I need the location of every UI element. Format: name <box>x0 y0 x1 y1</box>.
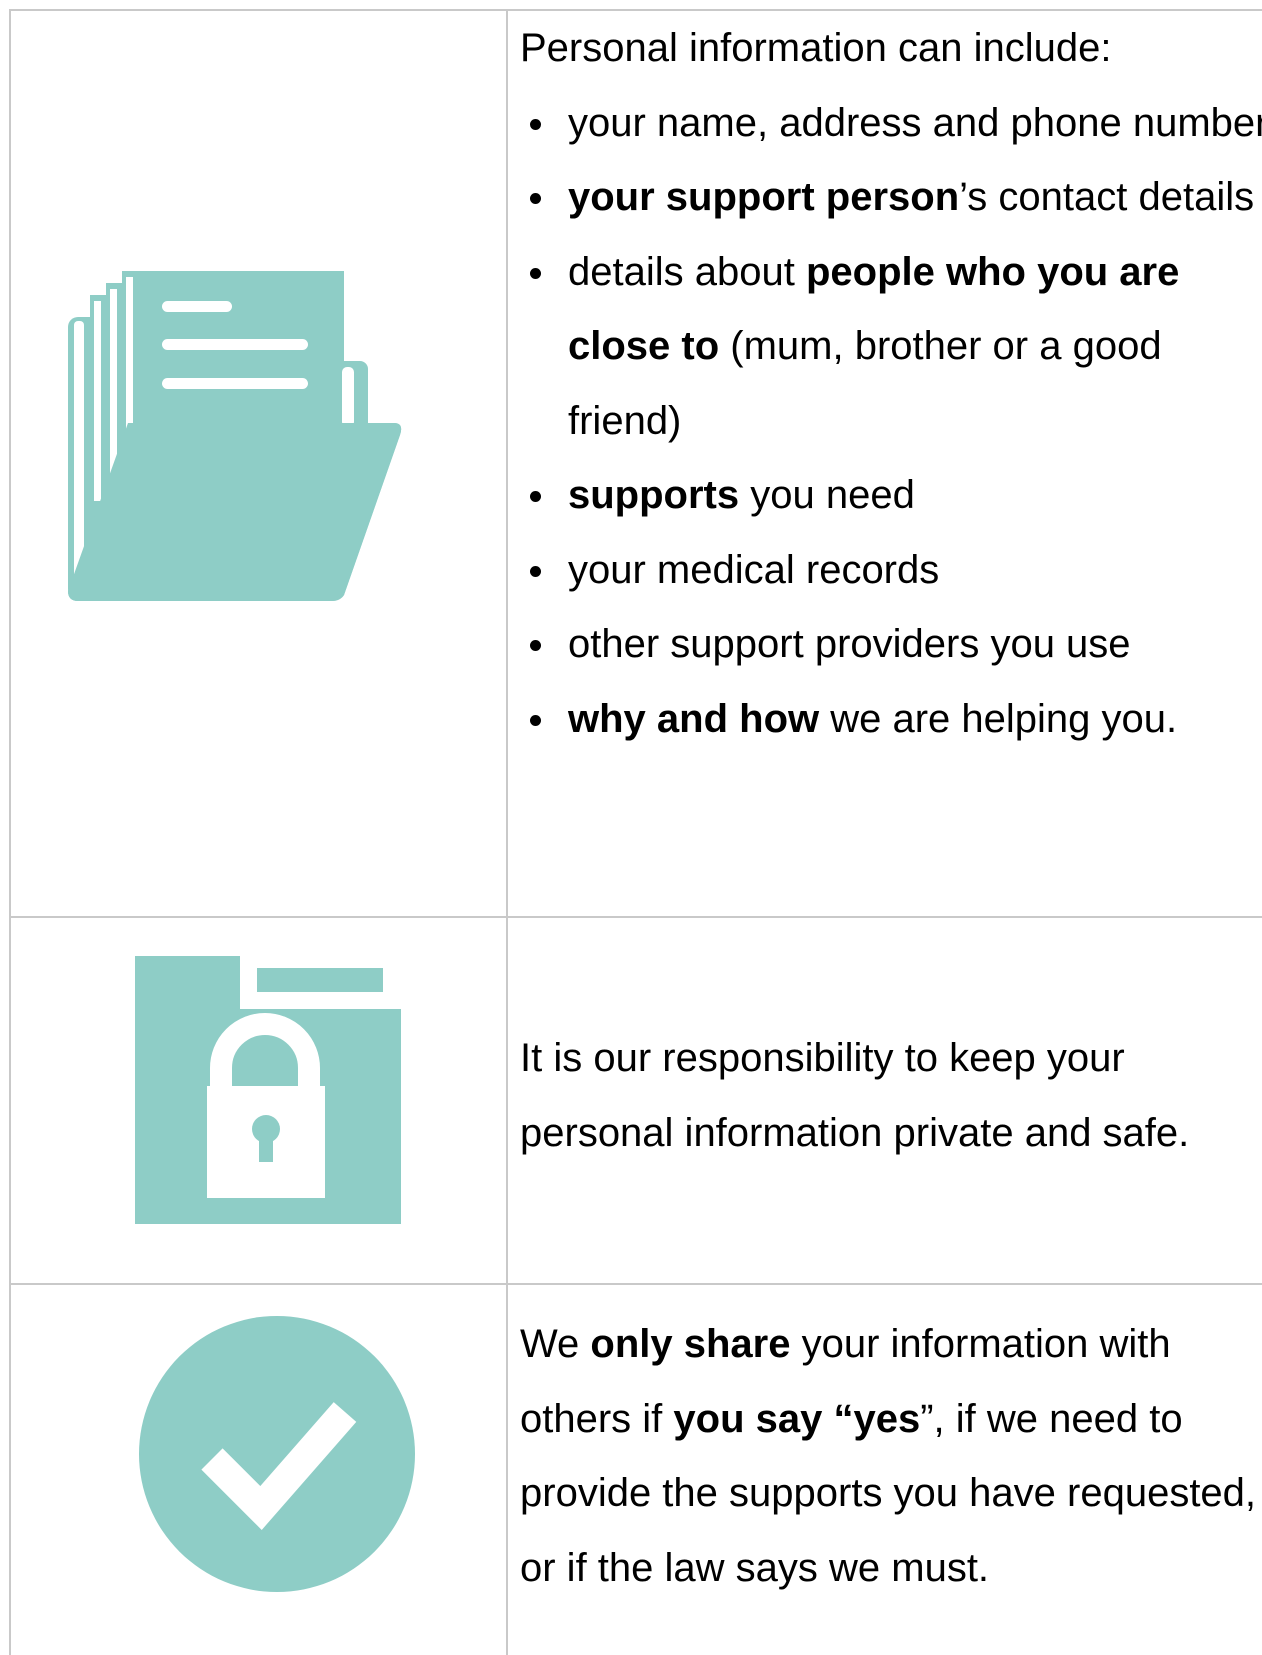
table-row: We only share your information with othe… <box>11 1285 1262 1655</box>
list-item: your name, address and phone number <box>520 86 1262 161</box>
icon-cell <box>11 918 508 1283</box>
open-folder-documents-icon <box>68 271 402 601</box>
list-item: why and how we are helping you. <box>520 682 1262 757</box>
bullet-list: your name, address and phone number your… <box>520 86 1262 757</box>
responsibility-text: It is our responsibility to keep your pe… <box>520 1036 1190 1155</box>
info-table: Personal information can include: your n… <box>9 9 1262 1655</box>
list-item: your support person’s contact details <box>520 160 1262 235</box>
icon-cell <box>11 1285 508 1655</box>
checkmark-circle-icon <box>139 1316 415 1592</box>
list-item: your medical records <box>520 533 1262 608</box>
text-cell: We only share your information with othe… <box>508 1285 1262 1655</box>
list-item: other support providers you use <box>520 607 1262 682</box>
list-intro: Personal information can include: <box>520 26 1112 70</box>
list-item: details about people who you are close t… <box>520 235 1262 459</box>
text-cell: Personal information can include: your n… <box>508 11 1262 916</box>
icon-cell <box>11 11 508 916</box>
locked-folder-icon <box>135 956 401 1224</box>
table-row: It is our responsibility to keep your pe… <box>11 918 1262 1285</box>
sharing-text: We only share your information with othe… <box>520 1322 1257 1590</box>
list-item: supports you need <box>520 458 1262 533</box>
text-cell: It is our responsibility to keep your pe… <box>508 918 1262 1283</box>
table-row: Personal information can include: your n… <box>11 11 1262 918</box>
